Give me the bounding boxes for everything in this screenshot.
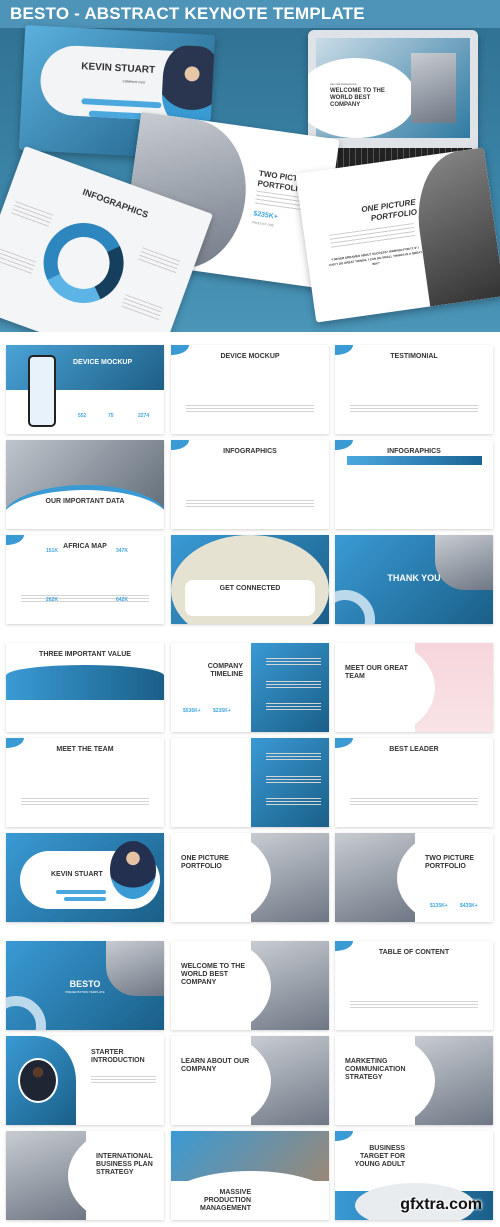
card-title: WELCOME TO THE WORLD BEST COMPANY	[330, 88, 385, 108]
slide-title: BUSINESS TARGET FOR YOUNG ADULT	[354, 1145, 405, 1168]
stat-value: 2274	[138, 413, 150, 419]
slide-preview-one-picture-portfolio: ONE PICTURE PORTFOLIO "I NEVER DREAMED A…	[295, 147, 500, 323]
slide-thumbnail: KEVIN STUART	[6, 833, 164, 922]
slide-title: THANK YOU	[387, 573, 441, 583]
slide-title: STARTER INTRODUCTION	[91, 1049, 145, 1064]
watermark: gfxtra.com	[400, 1196, 482, 1213]
slide-thumbnail: INFOGRAPHICS	[171, 440, 329, 529]
slide-thumbnail: TESTIMONIAL	[335, 345, 493, 434]
slide-title: COMPANY TIMELINE	[207, 663, 243, 678]
slide-thumbnail: AFRICA MAP 151K 347K 262K 642K	[6, 535, 164, 624]
hero-banner: BESTO - ABSTRACT KEYNOTE TEMPLATE KEVIN …	[0, 0, 500, 332]
slide-title: MEET THE TEAM	[56, 746, 114, 753]
slide-thumbnail: COMPANY TIMELINE $536K+ $235K+	[171, 643, 329, 732]
slide-thumbnail: WELCOME TO THE WORLD BEST COMPANY	[171, 941, 329, 1030]
slide-thumbnail: THREE IMPORTANT VALUE	[6, 643, 164, 732]
slide-thumbnail	[171, 738, 329, 827]
slide-title: TESTIMONIAL	[390, 353, 438, 360]
slide-thumbnail: ONE PICTURE PORTFOLIO	[171, 833, 329, 922]
slide-thumbnail: MEET THE TEAM	[6, 738, 164, 827]
stat-value: $235K+	[252, 210, 279, 221]
stat-value: 262K	[46, 597, 58, 603]
stat-value: $135K+	[430, 903, 448, 909]
slide-thumbnail: TWO PICTURE PORTFOLIO $135K+ $435K+	[335, 833, 493, 922]
slide-thumbnail: MARKETING COMMUNICATION STRATEGY	[335, 1036, 493, 1125]
slide-title: INTERNATIONAL BUSINESS PLAN STRATEGY	[96, 1153, 153, 1176]
slide-title: BEST LEADER	[389, 746, 439, 753]
slide-title: DEVICE MOCKUP	[73, 359, 133, 366]
slide-title: GET CONNECTED	[219, 585, 281, 592]
card-title: INFOGRAPHICS	[81, 186, 150, 220]
stat-value: 552	[78, 413, 87, 419]
slide-thumbnail: DEVICE MOCKUP 552 75 2274	[6, 345, 164, 434]
slide-title: BESTO	[69, 979, 101, 989]
slide-title: TWO PICTURE PORTFOLIO	[425, 855, 474, 870]
slide-title: WELCOME TO THE WORLD BEST COMPANY	[181, 963, 246, 986]
slide-title: INFOGRAPHICS	[223, 448, 277, 455]
card-subtitle: COMPANY CEO	[122, 79, 146, 85]
stat-value: $435K+	[460, 903, 478, 909]
slide-thumbnail: MEET OUR GREAT TEAM	[335, 643, 493, 732]
slide-thumbnail: OUR IMPORTANT DATA	[6, 440, 164, 529]
slide-thumbnail: BEST LEADER	[335, 738, 493, 827]
slide-thumbnail: MASSIVE PRODUCTION MANAGEMENT	[171, 1131, 329, 1220]
stat-label: PRODUCT ONE	[251, 220, 275, 228]
slide-title: DEVICE MOCKUP	[220, 353, 280, 360]
stat-value: 151K	[46, 548, 58, 554]
slide-thumbnail: GET CONNECTED	[171, 535, 329, 624]
slide-title: AFRICA MAP	[63, 543, 107, 550]
card-kicker: WELCOME PRESENTATION	[330, 84, 357, 86]
slide-title: MARKETING COMMUNICATION STRATEGY	[345, 1058, 406, 1081]
stat-value: 347K	[116, 548, 128, 554]
slide-thumbnail: THANK YOU	[335, 535, 493, 624]
slide-title: THREE IMPORTANT VALUE	[39, 651, 131, 658]
hero-title: BESTO - ABSTRACT KEYNOTE TEMPLATE	[0, 0, 500, 28]
slide-subtitle: PRESENTATION TEMPLATE	[65, 990, 105, 994]
slide-thumbnail: LEARN ABOUT OUR COMPANY	[171, 1036, 329, 1125]
slide-thumbnail: INTERNATIONAL BUSINESS PLAN STRATEGY	[6, 1131, 164, 1220]
slide-title: INFOGRAPHICS	[387, 448, 441, 455]
slide-title: LEARN ABOUT OUR COMPANY	[181, 1058, 250, 1073]
slide-thumbnail: BESTO PRESENTATION TEMPLATE	[6, 941, 164, 1030]
stat-value: $235K+	[213, 708, 231, 714]
slide-title: KEVIN STUART	[51, 871, 103, 878]
slide-title: OUR IMPORTANT DATA	[45, 498, 125, 505]
slide-title: ONE PICTURE PORTFOLIO	[181, 855, 229, 870]
slide-title: MASSIVE PRODUCTION MANAGEMENT	[200, 1189, 251, 1212]
slide-thumbnail: INFOGRAPHICS	[335, 440, 493, 529]
card-quote: "I NEVER DREAMED ABOUT SUCCESS I WORKED …	[328, 245, 423, 268]
slide-thumbnail: DEVICE MOCKUP	[171, 345, 329, 434]
stat-value: 642K	[116, 597, 128, 603]
slide-title: MEET OUR GREAT TEAM	[345, 665, 408, 680]
stat-value: 75	[108, 413, 114, 419]
stat-value: $536K+	[183, 708, 201, 714]
slide-title: TABLE OF CONTENT	[378, 949, 450, 956]
slide-thumbnail: STARTER INTRODUCTION	[6, 1036, 164, 1125]
slide-thumbnail: TABLE OF CONTENT	[335, 941, 493, 1030]
